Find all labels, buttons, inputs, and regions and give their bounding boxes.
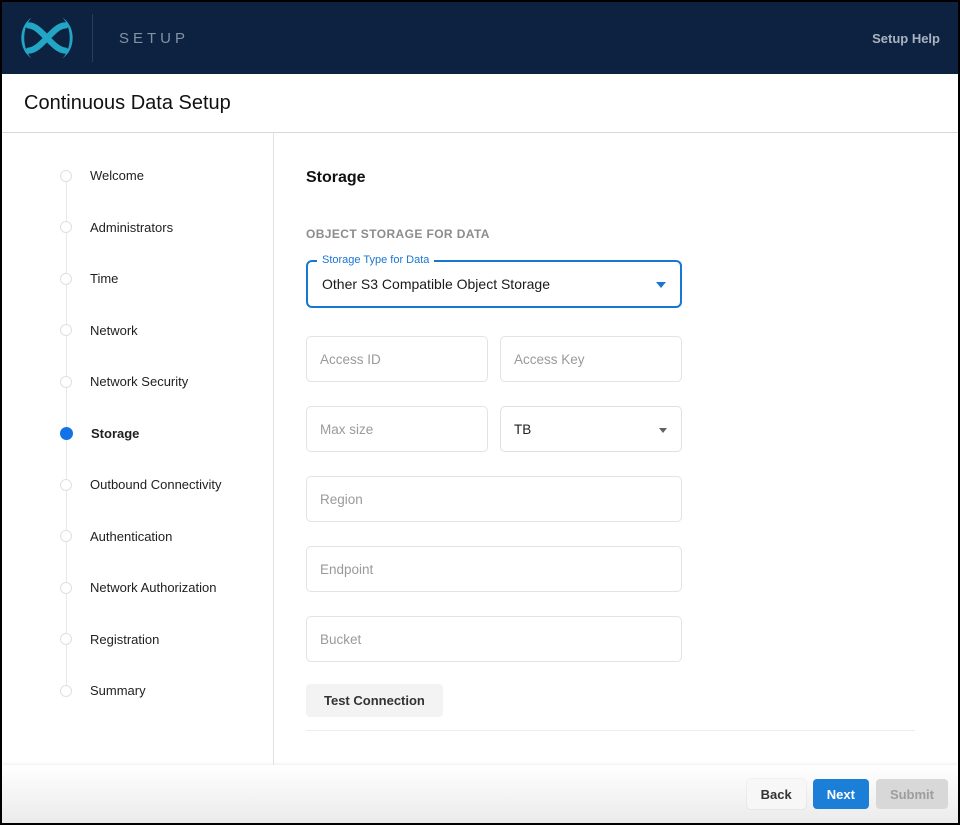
storage-type-select[interactable]: Storage Type for Data Other S3 Compatibl… [306, 260, 682, 308]
step-label: Time [90, 271, 118, 286]
step-label: Administrators [90, 220, 173, 235]
step-administrators[interactable]: Administrators [2, 202, 273, 254]
size-unit-select[interactable]: TB [500, 406, 682, 452]
storage-credentials-form: TB [306, 336, 682, 662]
step-label: Network Authorization [90, 580, 216, 595]
next-button[interactable]: Next [813, 779, 869, 809]
setup-help-link[interactable]: Setup Help [872, 31, 940, 46]
step-circle-icon [60, 479, 72, 491]
step-circle-icon [60, 273, 72, 285]
step-outbound-connectivity[interactable]: Outbound Connectivity [2, 459, 273, 511]
step-label: Storage [91, 426, 139, 441]
step-label: Network Security [90, 374, 188, 389]
step-registration[interactable]: Registration [2, 614, 273, 666]
storage-heading: Storage [306, 169, 958, 187]
wizard-footer: Back Next Submit [2, 765, 958, 823]
access-id-field[interactable] [306, 336, 488, 382]
endpoint-field[interactable] [306, 546, 682, 592]
size-row: TB [306, 406, 682, 452]
header-brand: SETUP [16, 2, 189, 74]
page-body: Welcome Administrators Time Network Netw… [2, 133, 958, 765]
step-time[interactable]: Time [2, 253, 273, 305]
step-circle-icon [60, 221, 72, 233]
step-label: Registration [90, 632, 159, 647]
max-size-field[interactable] [306, 406, 488, 452]
step-network-authorization[interactable]: Network Authorization [2, 562, 273, 614]
step-welcome[interactable]: Welcome [2, 150, 273, 202]
step-label: Authentication [90, 529, 172, 544]
storage-type-value: Other S3 Compatible Object Storage [322, 276, 550, 292]
endpoint-row [306, 546, 682, 592]
chevron-down-icon [656, 282, 666, 288]
step-label: Outbound Connectivity [90, 477, 222, 492]
step-circle-icon [60, 170, 72, 182]
access-row [306, 336, 682, 382]
region-row [306, 476, 682, 522]
step-storage-active[interactable]: Storage [2, 408, 273, 460]
step-network-security[interactable]: Network Security [2, 356, 273, 408]
page-title: Continuous Data Setup [24, 92, 231, 115]
storage-form-panel: Storage OBJECT STORAGE FOR DATA Storage … [274, 133, 958, 765]
step-circle-icon [60, 376, 72, 388]
step-network[interactable]: Network [2, 305, 273, 357]
step-summary[interactable]: Summary [2, 665, 273, 717]
bucket-row [306, 616, 682, 662]
top-header: SETUP Setup Help [2, 2, 958, 74]
back-button[interactable]: Back [747, 779, 806, 809]
step-label: Welcome [90, 168, 144, 183]
product-name: SETUP [119, 30, 189, 47]
size-unit-value: TB [514, 422, 531, 437]
step-circle-icon [60, 324, 72, 336]
chevron-down-icon [659, 428, 667, 433]
bucket-field[interactable] [306, 616, 682, 662]
step-circle-icon [60, 633, 72, 645]
step-circle-icon [60, 530, 72, 542]
step-label: Network [90, 323, 138, 338]
submit-button[interactable]: Submit [876, 779, 948, 809]
page-title-bar: Continuous Data Setup [2, 74, 958, 133]
step-authentication[interactable]: Authentication [2, 511, 273, 563]
content-divider [306, 730, 915, 731]
object-storage-section-label: OBJECT STORAGE FOR DATA [306, 227, 958, 241]
header-divider [92, 14, 93, 62]
app-window: SETUP Setup Help Continuous Data Setup W… [0, 0, 960, 825]
step-label: Summary [90, 683, 146, 698]
storage-type-floating-label: Storage Type for Data [317, 254, 434, 266]
access-key-field[interactable] [500, 336, 682, 382]
test-connection-button[interactable]: Test Connection [306, 684, 443, 717]
wizard-stepper: Welcome Administrators Time Network Netw… [2, 133, 274, 765]
step-active-dot-icon [60, 427, 73, 440]
region-field[interactable] [306, 476, 682, 522]
step-circle-icon [60, 685, 72, 697]
delphix-logo-icon [16, 16, 78, 60]
step-circle-icon [60, 582, 72, 594]
